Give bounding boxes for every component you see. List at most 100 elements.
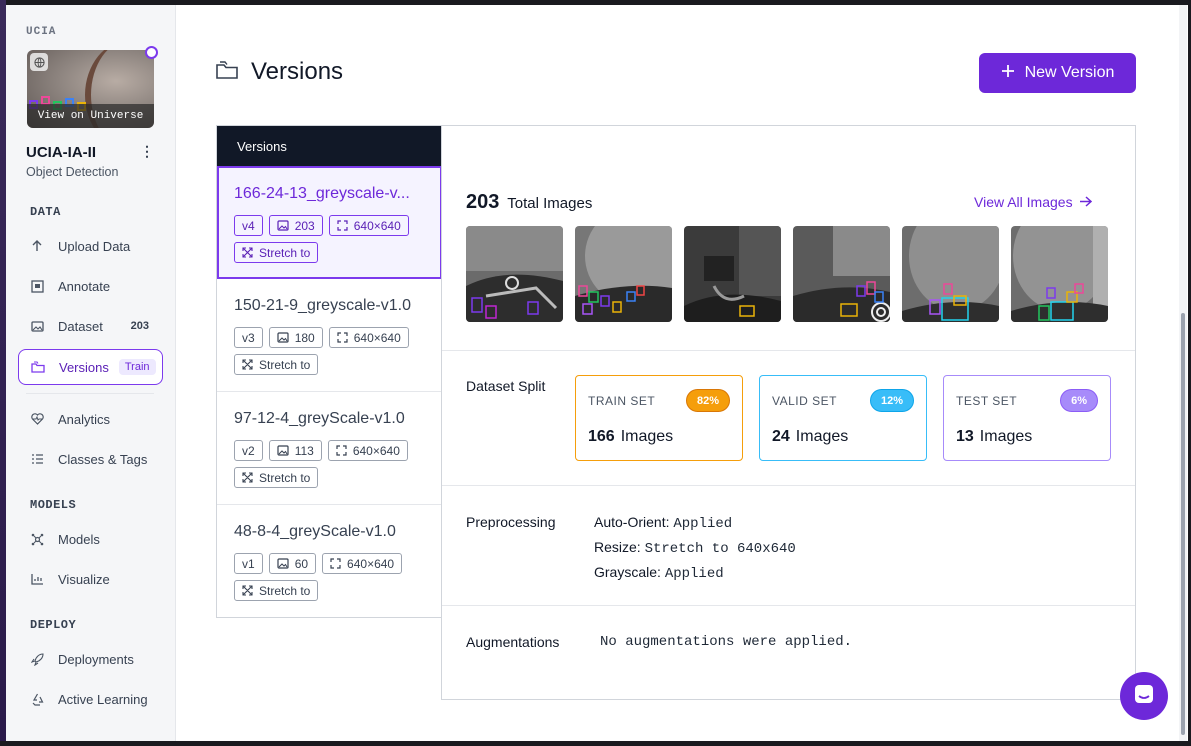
- dataset-split-label: Dataset Split: [466, 378, 546, 394]
- version-item-v3[interactable]: 150-21-9_greyscale-v1.0 v3 180 640×640 S…: [217, 279, 442, 392]
- sidebar-item-label: Analytics: [58, 411, 111, 427]
- sidebar-item-models[interactable]: Models: [18, 522, 163, 556]
- sidebar-item-label: Active Learning: [58, 691, 148, 707]
- version-item-v1[interactable]: 48-8-4_greyScale-v1.0 v1 60 640×640 Stre…: [217, 505, 442, 618]
- version-chip: v2: [234, 440, 263, 461]
- preview-image[interactable]: [466, 226, 563, 322]
- resize-icon: [337, 220, 348, 231]
- section-data: DATA: [30, 205, 61, 219]
- image-icon: [277, 445, 289, 456]
- section-models: MODELS: [30, 498, 77, 512]
- preprocessing-step: Resize: Stretch to 640x640: [594, 539, 796, 557]
- total-images: 203 Total Images: [466, 191, 592, 214]
- sidebar-item-upload-data[interactable]: Upload Data: [18, 229, 163, 263]
- version-chip: v4: [234, 215, 263, 236]
- new-version-button[interactable]: New Version: [979, 53, 1136, 93]
- sidebar-item-classes-tags[interactable]: Classes & Tags: [18, 442, 163, 476]
- stretch-icon: [242, 247, 253, 258]
- test-set-card[interactable]: TEST SET 6% 13 Images: [943, 375, 1111, 461]
- sidebar-item-visualize[interactable]: Visualize: [18, 562, 163, 596]
- sidebar-item-label: Dataset: [58, 318, 103, 334]
- sidebar-item-label: Annotate: [58, 278, 111, 294]
- preview-image[interactable]: [902, 226, 999, 322]
- split-percent-badge: 6%: [1060, 389, 1098, 412]
- split-title: VALID SET: [772, 394, 837, 408]
- arrow-right-icon: [1079, 194, 1092, 210]
- version-item-v4[interactable]: 166-24-13_greyscale-v... v4 203 640×640 …: [217, 166, 442, 279]
- window-frame-bottom: [0, 741, 1191, 746]
- resize-chip: Stretch to: [234, 467, 319, 488]
- image-count-chip: 203: [268, 215, 323, 236]
- train-badge: Train: [118, 359, 156, 375]
- recycle-icon: [30, 692, 44, 706]
- sidebar-item-deployments[interactable]: Deployments: [18, 642, 163, 676]
- project-name: UCIA-IA-II: [26, 144, 96, 161]
- preview-image[interactable]: [684, 226, 781, 322]
- version-name: 150-21-9_greyscale-v1.0: [234, 297, 411, 314]
- model-icon: [30, 532, 44, 546]
- chat-support-button[interactable]: [1120, 672, 1168, 720]
- sidebar-item-analytics[interactable]: Analytics: [18, 402, 163, 436]
- page-title: Versions: [251, 58, 344, 85]
- split-title: TRAIN SET: [588, 394, 656, 408]
- status-dot: [145, 46, 158, 59]
- versions-list: Versions 166-24-13_greyscale-v... v4 203…: [216, 125, 442, 618]
- list-icon: [30, 452, 44, 466]
- image-icon: [277, 558, 289, 569]
- annotate-icon: [30, 279, 44, 293]
- rocket-icon: [30, 652, 44, 666]
- image-count-chip: 113: [268, 440, 322, 461]
- valid-set-card[interactable]: VALID SET 12% 24 Images: [759, 375, 927, 461]
- workspace-label: UCIA: [26, 26, 57, 38]
- more-options-icon[interactable]: ⋮: [140, 143, 154, 159]
- size-chip: 640×640: [328, 215, 409, 236]
- sidebar-item-active-learning[interactable]: Active Learning: [18, 682, 163, 716]
- image-count-chip: 180: [268, 327, 323, 348]
- version-name: 97-12-4_greyScale-v1.0: [234, 410, 405, 427]
- sidebar-item-dataset[interactable]: Dataset 203: [18, 309, 163, 343]
- project-thumbnail[interactable]: View on Universe: [27, 50, 154, 128]
- split-title: TEST SET: [956, 394, 1018, 408]
- resize-icon: [337, 332, 348, 343]
- view-all-images-link[interactable]: View All Images: [974, 194, 1092, 210]
- project-type: Object Detection: [26, 165, 119, 179]
- size-chip: 640×640: [328, 327, 409, 348]
- preprocessing-label: Preprocessing: [466, 514, 556, 530]
- divider: [26, 393, 154, 394]
- version-chip: v3: [234, 327, 263, 348]
- scrollbar-thumb[interactable]: [1181, 313, 1185, 735]
- version-chip: v1: [234, 553, 263, 574]
- image-icon: [277, 332, 289, 343]
- view-on-universe-link[interactable]: View on Universe: [27, 104, 154, 128]
- version-item-v2[interactable]: 97-12-4_greyScale-v1.0 v2 113 640×640 St…: [217, 392, 442, 505]
- preview-image[interactable]: [793, 226, 890, 322]
- chat-icon: [1133, 683, 1155, 710]
- sidebar-item-label: Classes & Tags: [58, 451, 148, 467]
- resize-chip: Stretch to: [234, 580, 319, 601]
- stretch-icon: [242, 472, 253, 483]
- analytics-icon: [30, 412, 44, 426]
- split-count: 166 Images: [588, 428, 674, 445]
- sidebar-item-versions[interactable]: Versions Train: [18, 349, 163, 385]
- size-chip: 640×640: [327, 440, 408, 461]
- upload-icon: [30, 239, 44, 253]
- sidebar: UCIA View on Universe UCIA-IA-II ⋮ Objec…: [6, 5, 176, 741]
- split-count: 13 Images: [956, 428, 1033, 445]
- dataset-count: 203: [130, 320, 149, 332]
- version-name: 166-24-13_greyscale-v...: [234, 185, 410, 202]
- versions-list-header: Versions: [217, 126, 442, 166]
- globe-icon: [30, 53, 48, 71]
- total-count: 203: [466, 191, 500, 213]
- section-deploy: DEPLOY: [30, 618, 77, 632]
- resize-chip: Stretch to: [234, 354, 319, 375]
- version-detail-panel: 203 Total Images View All Images Dataset…: [441, 125, 1136, 700]
- divider: [442, 350, 1135, 351]
- preview-image[interactable]: [575, 226, 672, 322]
- window-frame-top: [0, 0, 1191, 5]
- preview-image[interactable]: [1011, 226, 1108, 322]
- split-count: 24 Images: [772, 428, 849, 445]
- sidebar-item-annotate[interactable]: Annotate: [18, 269, 163, 303]
- train-set-card[interactable]: TRAIN SET 82% 166 Images: [575, 375, 743, 461]
- image-previews: [466, 226, 1108, 322]
- chart-icon: [30, 572, 44, 586]
